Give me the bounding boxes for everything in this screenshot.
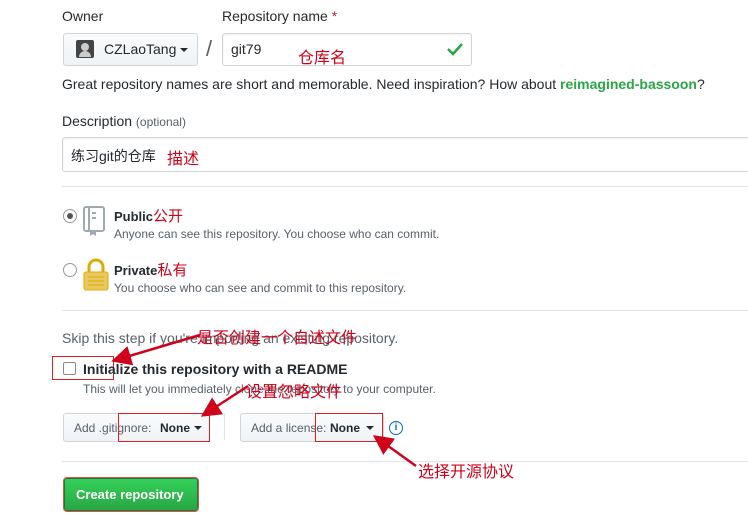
readme-arrow	[111, 333, 201, 366]
annotation-arrows	[111, 333, 417, 468]
gitignore-arrow	[200, 384, 249, 417]
license-arrow	[372, 435, 417, 468]
